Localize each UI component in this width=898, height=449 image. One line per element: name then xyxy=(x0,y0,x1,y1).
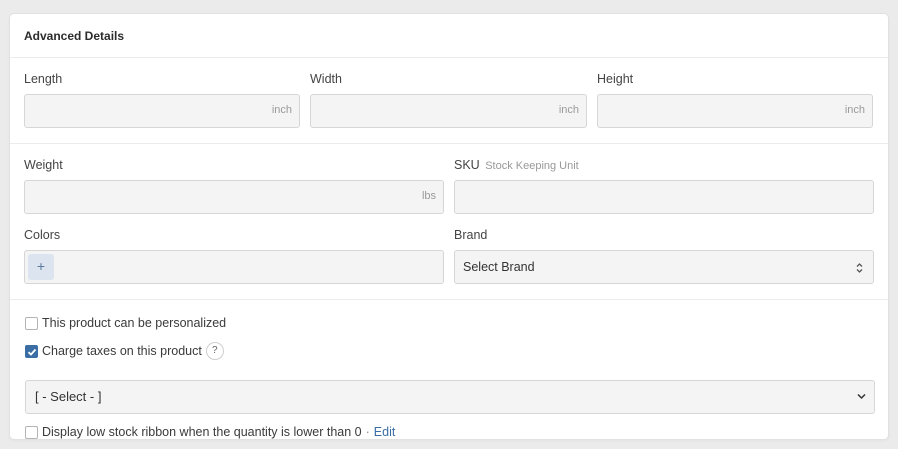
length-input[interactable]: inch xyxy=(24,94,300,128)
personalized-checkbox[interactable] xyxy=(25,316,38,330)
card-header: Advanced Details xyxy=(10,14,888,58)
checkmark-icon xyxy=(27,348,37,356)
taxes-option[interactable]: Charge taxes on this product ? xyxy=(25,342,224,360)
advanced-details-card: Advanced Details Length inch Width inch … xyxy=(9,13,889,440)
width-unit: inch xyxy=(558,104,579,116)
tax-select-value: [ - Select - ] xyxy=(35,389,102,404)
height-input[interactable]: inch xyxy=(597,94,873,128)
height-label: Height xyxy=(597,72,634,86)
brand-field: Brand Select Brand xyxy=(454,228,874,284)
separator-dot: · xyxy=(365,425,370,439)
width-input[interactable]: inch xyxy=(310,94,587,128)
help-icon[interactable]: ? xyxy=(205,342,224,360)
options-section: This product can be personalized Charge … xyxy=(10,300,888,441)
weight-input[interactable]: lbs xyxy=(24,180,444,214)
length-unit: inch xyxy=(271,104,292,116)
height-field: Height inch xyxy=(597,72,873,128)
edit-link[interactable]: Edit xyxy=(374,425,396,439)
card-title: Advanced Details xyxy=(24,29,125,43)
colors-field: Colors + xyxy=(24,228,444,284)
colors-input[interactable]: + xyxy=(24,250,444,284)
weight-field: Weight lbs xyxy=(24,158,444,214)
taxes-checkbox[interactable] xyxy=(25,344,38,358)
length-label: Length xyxy=(24,72,63,86)
sku-label: SKU Stock Keeping Unit xyxy=(454,158,874,174)
tax-class-select[interactable]: [ - Select - ] xyxy=(25,380,875,414)
sku-input[interactable] xyxy=(454,180,874,214)
length-field: Length inch xyxy=(24,72,300,128)
add-color-button[interactable]: + xyxy=(28,254,54,280)
sku-field: SKU Stock Keeping Unit xyxy=(454,158,874,214)
brand-selected-value: Select Brand xyxy=(463,260,535,274)
personalized-option[interactable]: This product can be personalized xyxy=(25,315,226,331)
width-field: Width inch xyxy=(310,72,587,128)
width-label: Width xyxy=(310,72,342,86)
weight-unit: lbs xyxy=(421,190,436,202)
weight-label: Weight xyxy=(24,158,63,172)
low-stock-option[interactable]: Display low stock ribbon when the quanti… xyxy=(25,424,395,440)
brand-select[interactable]: Select Brand xyxy=(454,250,874,284)
dimensions-section: Length inch Width inch Height inch xyxy=(10,58,888,144)
sku-hint: Stock Keeping Unit xyxy=(485,160,579,172)
chevron-down-icon xyxy=(857,393,866,400)
sku-label-text: SKU xyxy=(454,158,480,172)
personalized-label: This product can be personalized xyxy=(42,316,227,330)
low-stock-checkbox[interactable] xyxy=(25,425,38,439)
attributes-section: Weight lbs SKU Stock Keeping Unit Colors… xyxy=(10,144,888,300)
brand-label: Brand xyxy=(454,228,488,242)
height-unit: inch xyxy=(844,104,865,116)
colors-label: Colors xyxy=(24,228,61,242)
low-stock-label: Display low stock ribbon when the quanti… xyxy=(42,425,362,439)
updown-chevron-icon xyxy=(856,263,863,273)
taxes-label: Charge taxes on this product xyxy=(42,344,202,358)
